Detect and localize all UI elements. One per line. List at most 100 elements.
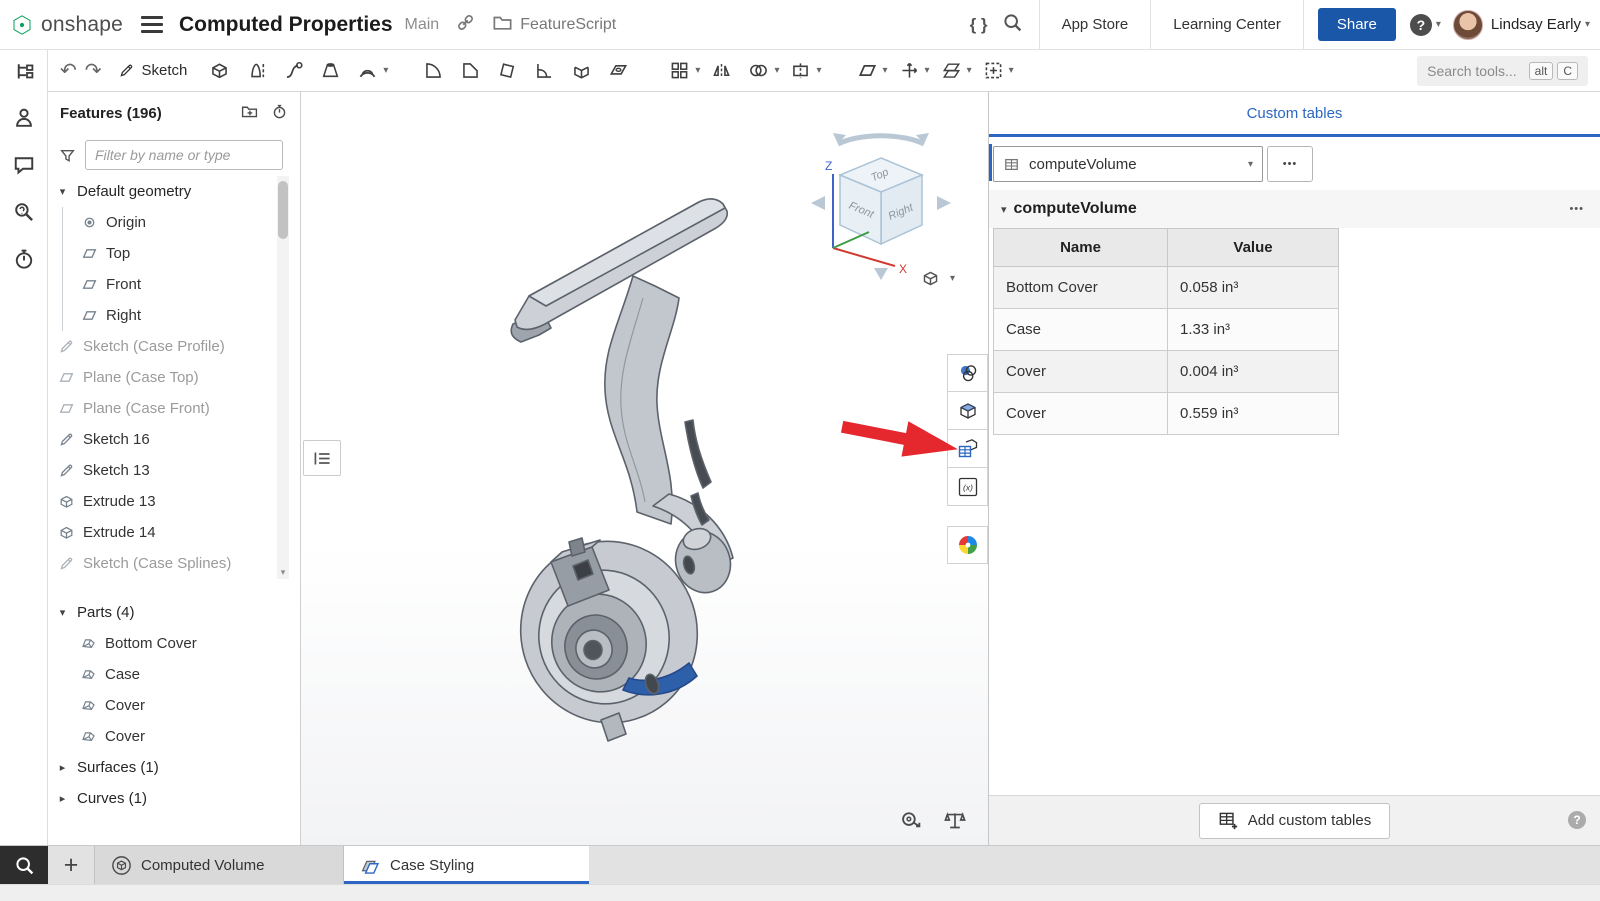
feature-item-plane-case-front[interactable]: Plane (Case Front) xyxy=(48,393,300,424)
feature-item-sketch-16[interactable]: Sketch 16 xyxy=(48,424,300,455)
chevron-down-icon[interactable]: ▾ xyxy=(695,65,700,76)
draft-tool-button[interactable] xyxy=(489,54,526,88)
part-item-bottom-cover[interactable]: Bottom Cover xyxy=(48,628,300,659)
add-tab-button[interactable]: + xyxy=(48,846,94,884)
feature-item-extrude-14[interactable]: Extrude 14 xyxy=(48,517,300,548)
named-views-toggle[interactable] xyxy=(947,392,988,430)
feature-item-sketch-case-splines[interactable]: Sketch (Case Splines) xyxy=(48,548,300,579)
plane-tool-button[interactable] xyxy=(849,54,886,88)
feature-item-sketch-13[interactable]: Sketch 13 xyxy=(48,455,300,486)
add-custom-tables-button[interactable]: Add custom tables xyxy=(1199,803,1390,839)
chevron-down-icon[interactable]: ▾ xyxy=(56,606,69,619)
custom-tables-toggle[interactable] xyxy=(947,430,988,468)
section-menu-button[interactable]: ••• xyxy=(1569,203,1584,215)
chevron-down-icon[interactable]: ▾ xyxy=(1436,19,1441,30)
tab-custom-tables[interactable]: Custom tables xyxy=(1247,105,1343,122)
chevron-down-icon[interactable]: ▾ xyxy=(774,65,779,76)
feature-group-default-geometry[interactable]: ▾ Default geometry xyxy=(48,176,300,207)
fillet-tool-button[interactable] xyxy=(415,54,452,88)
feature-item-top-plane[interactable]: Top xyxy=(63,238,300,269)
feature-item-sketch-case-profile[interactable]: Sketch (Case Profile) xyxy=(48,331,300,362)
search-tabs-button[interactable] xyxy=(0,846,48,884)
hole-tool-button[interactable] xyxy=(600,54,637,88)
thicken-tool-button[interactable] xyxy=(349,54,386,88)
project-tool-button[interactable] xyxy=(933,54,970,88)
rollback-history-icon[interactable] xyxy=(271,103,288,124)
part-item-case[interactable]: Case xyxy=(48,659,300,690)
feature-item-front-plane[interactable]: Front xyxy=(63,269,300,300)
reference-document-label[interactable]: FeatureScript xyxy=(520,16,616,34)
split-tool-button[interactable] xyxy=(782,54,819,88)
reference-lookup-icon[interactable] xyxy=(12,200,36,228)
rotate-down-arrow[interactable] xyxy=(874,268,888,280)
panel-help-button[interactable]: ? xyxy=(1568,811,1586,829)
workspace-label[interactable]: Main xyxy=(405,16,440,34)
appearance-panel-toggle[interactable] xyxy=(947,354,988,392)
render-view-toggle[interactable] xyxy=(947,526,988,564)
curves-group[interactable]: ▸ Curves (1) xyxy=(48,783,300,814)
shell-tool-button[interactable] xyxy=(563,54,600,88)
tab-computed-volume[interactable]: Computed Volume xyxy=(94,846,344,884)
user-avatar[interactable] xyxy=(1453,10,1483,40)
rotate-right-arrow[interactable] xyxy=(937,196,951,210)
table-select-dropdown[interactable]: computeVolume ▾ xyxy=(993,146,1263,182)
rotate-left-arrow[interactable] xyxy=(811,196,825,210)
featurescript-messages-toggle[interactable]: (x) xyxy=(947,468,988,506)
sweep-tool-button[interactable] xyxy=(275,54,312,88)
redo-button[interactable]: ↷ xyxy=(85,61,102,81)
rib-tool-button[interactable] xyxy=(526,54,563,88)
chevron-down-icon[interactable]: ▾ xyxy=(1585,19,1590,30)
loft-tool-button[interactable] xyxy=(312,54,349,88)
main-menu-icon[interactable] xyxy=(141,16,163,33)
table-menu-button[interactable]: ••• xyxy=(1267,146,1313,182)
user-name[interactable]: Lindsay Early xyxy=(1491,16,1581,33)
transform-tool-button[interactable] xyxy=(891,54,928,88)
mass-properties-icon[interactable] xyxy=(943,808,967,836)
app-store-button[interactable]: App Store xyxy=(1040,0,1151,49)
dialog-list-toggle[interactable] xyxy=(303,440,341,476)
share-button[interactable]: Share xyxy=(1318,8,1396,41)
features-scrollbar[interactable]: ▾ xyxy=(277,176,289,579)
measure-icon[interactable] xyxy=(899,808,923,836)
filter-input[interactable] xyxy=(85,140,283,170)
compute-volume-section-header[interactable]: ▾ computeVolume ••• xyxy=(989,190,1600,228)
part-item-cover-2[interactable]: Cover xyxy=(48,721,300,752)
parts-group[interactable]: ▾ Parts (4) xyxy=(48,597,300,628)
3d-viewport[interactable]: Top Front Right Z X ▾ xyxy=(301,92,988,845)
chevron-down-icon[interactable]: ▾ xyxy=(56,185,69,198)
undo-button[interactable]: ↶ xyxy=(60,61,77,81)
selection-box-tool-button[interactable] xyxy=(975,54,1012,88)
extrude-tool-button[interactable] xyxy=(201,54,238,88)
comments-icon[interactable] xyxy=(12,153,36,181)
view-options-button[interactable]: ▾ xyxy=(920,268,955,289)
chevron-down-icon[interactable]: ▾ xyxy=(925,65,930,76)
chevron-right-icon[interactable]: ▸ xyxy=(56,761,69,774)
link-icon[interactable] xyxy=(455,12,476,37)
feature-manager-icon[interactable] xyxy=(12,59,36,87)
feature-item-extrude-13[interactable]: Extrude 13 xyxy=(48,486,300,517)
scrollbar-thumb[interactable] xyxy=(278,181,288,239)
feature-item-right-plane[interactable]: Right xyxy=(63,300,300,331)
chevron-down-icon[interactable]: ▾ xyxy=(816,65,821,76)
new-folder-icon[interactable] xyxy=(241,103,258,124)
feature-item-origin[interactable]: Origin xyxy=(63,207,300,238)
revolve-tool-button[interactable] xyxy=(238,54,275,88)
chevron-right-icon[interactable]: ▸ xyxy=(56,792,69,805)
chevron-down-icon[interactable]: ▾ xyxy=(1009,65,1014,76)
follow-mode-icon[interactable] xyxy=(12,106,36,134)
featurescript-icon[interactable]: { } xyxy=(970,15,988,35)
chevron-down-icon[interactable]: ▾ xyxy=(1001,203,1007,216)
chevron-down-icon[interactable]: ▾ xyxy=(883,65,888,76)
tab-case-styling[interactable]: Case Styling xyxy=(344,846,589,884)
help-button[interactable]: ? xyxy=(1410,14,1432,36)
chevron-down-icon[interactable]: ▾ xyxy=(383,65,388,76)
search-tools[interactable]: Search tools... alt C xyxy=(1417,56,1588,86)
onshape-logo[interactable]: onshape xyxy=(10,13,123,37)
linear-pattern-tool-button[interactable] xyxy=(661,54,698,88)
surfaces-group[interactable]: ▸ Surfaces (1) xyxy=(48,752,300,783)
feature-item-plane-case-top[interactable]: Plane (Case Top) xyxy=(48,362,300,393)
rotate-arrow[interactable] xyxy=(838,136,924,144)
search-icon[interactable] xyxy=(1002,12,1023,37)
chevron-down-icon[interactable]: ▾ xyxy=(967,65,972,76)
sketch-button[interactable]: Sketch xyxy=(118,62,188,79)
